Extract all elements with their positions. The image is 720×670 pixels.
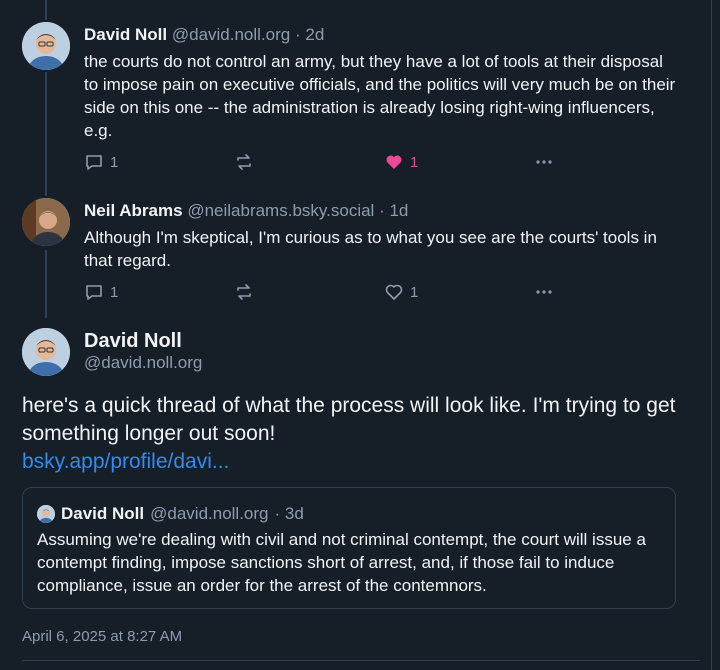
repost-button[interactable]	[234, 152, 254, 172]
main-author-name[interactable]: David Noll	[84, 330, 182, 353]
post-header: Neil Abrams @neilabrams.bsky.social · 1d	[84, 200, 680, 222]
quoted-author-handle: @david.noll.org	[150, 504, 269, 523]
avatar[interactable]	[22, 328, 70, 376]
post-time[interactable]: · 2d	[295, 25, 324, 44]
main-post-body: here's a quick thread of what the proces…	[22, 392, 692, 476]
more-button[interactable]	[534, 282, 554, 302]
post-time[interactable]: · 1d	[379, 201, 408, 220]
post-text: the courts do not control an army, but t…	[84, 52, 676, 140]
main-post-text: here's a quick thread of what the proces…	[22, 394, 676, 445]
repost-icon	[237, 284, 251, 300]
author-name[interactable]: Neil Abrams	[84, 201, 183, 220]
heart-icon	[386, 155, 402, 169]
like-button[interactable]: 1	[384, 152, 418, 172]
like-button[interactable]: 1	[384, 282, 418, 302]
reply-button[interactable]: 1	[84, 152, 118, 172]
post-timestamp: April 6, 2025 at 8:27 AM	[22, 628, 183, 645]
more-icon	[536, 290, 552, 294]
reply-button[interactable]: 1	[84, 282, 118, 302]
post-text: Although I'm skeptical, I'm curious as t…	[84, 228, 657, 270]
quoted-author-name: David Noll	[61, 504, 145, 523]
reply-count: 1	[110, 153, 119, 171]
reply-icon	[86, 155, 102, 170]
post: Neil Abrams @neilabrams.bsky.social · 1d…	[84, 200, 680, 272]
main-author-handle[interactable]: @david.noll.org	[84, 353, 202, 373]
quoted-post[interactable]: David Noll @david.noll.org · 3d Assuming…	[22, 487, 676, 609]
repost-button[interactable]	[234, 282, 254, 302]
post-actions: 1 1	[84, 152, 554, 176]
more-button[interactable]	[534, 152, 554, 172]
like-count: 1	[410, 283, 419, 301]
more-icon	[536, 160, 552, 164]
thread-line	[45, 250, 47, 318]
avatar[interactable]	[22, 22, 70, 70]
divider	[22, 660, 700, 661]
repost-icon	[237, 154, 251, 170]
thread-line	[45, 0, 47, 20]
quoted-post-header: David Noll @david.noll.org · 3d	[37, 504, 304, 524]
post-actions: 1 1	[84, 282, 554, 306]
avatar[interactable]	[22, 198, 70, 246]
post: David Noll @david.noll.org · 2d the cour…	[84, 24, 680, 142]
reply-count: 1	[110, 283, 119, 301]
author-handle[interactable]: @david.noll.org	[172, 25, 290, 44]
quoted-post-text: Assuming we're dealing with civil and no…	[37, 530, 646, 595]
quoted-post-time: · 3d	[274, 504, 304, 523]
like-count: 1	[410, 153, 419, 171]
frame-border	[711, 0, 712, 670]
author-name[interactable]: David Noll	[84, 25, 167, 44]
reply-icon	[86, 285, 102, 300]
post-header: David Noll @david.noll.org · 2d	[84, 24, 680, 46]
heart-icon	[385, 284, 403, 300]
post-link[interactable]: bsky.app/profile/davi...	[22, 448, 692, 476]
quoted-avatar	[37, 505, 55, 523]
thread-line	[45, 72, 47, 196]
author-handle[interactable]: @neilabrams.bsky.social	[187, 201, 374, 220]
